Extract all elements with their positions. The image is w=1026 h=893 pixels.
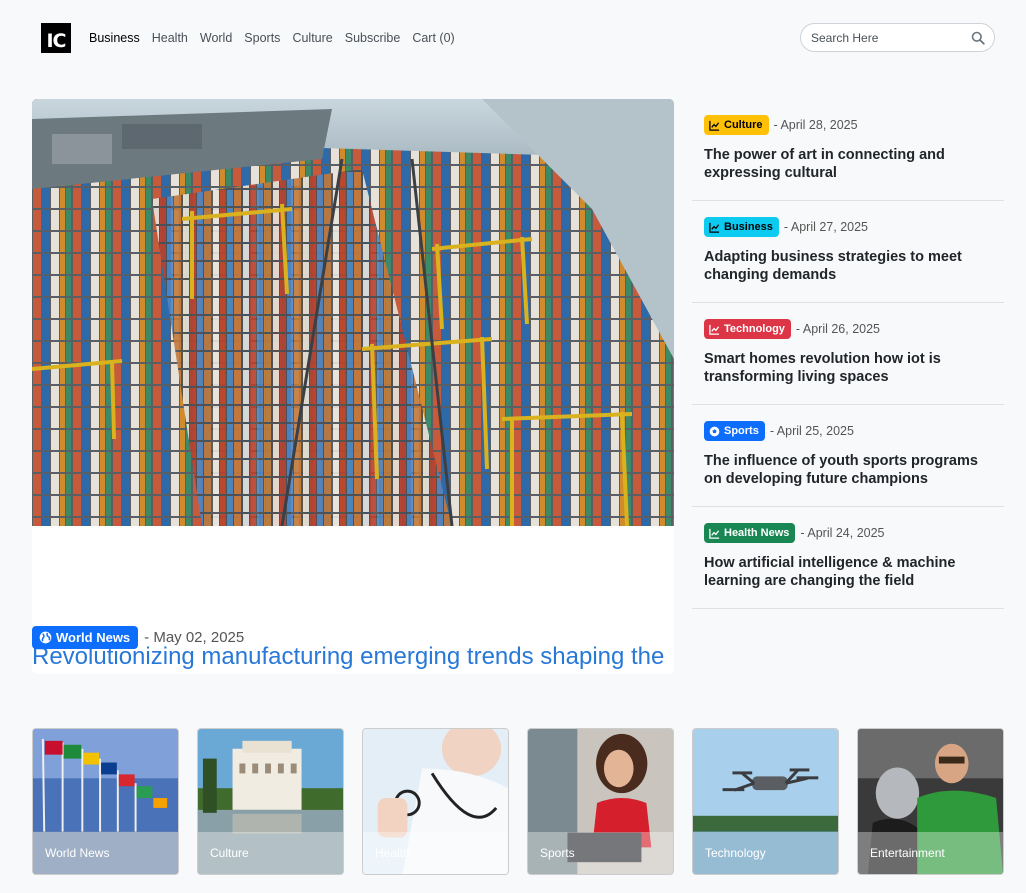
card-label: Culture	[210, 846, 249, 860]
list-item: Health News - April 24, 2025 How artific…	[692, 507, 1004, 609]
post-date: - April 25, 2025	[769, 424, 854, 438]
post-date: - April 27, 2025	[783, 220, 869, 234]
card-label: Health	[375, 846, 410, 860]
nav-item-world[interactable]: World	[200, 31, 232, 45]
nav-item-business[interactable]: Business	[89, 31, 140, 45]
chart-line-icon	[709, 324, 720, 335]
hero-category-label: World News	[56, 630, 131, 645]
post-date: - April 24, 2025	[800, 526, 885, 540]
card-label: World News	[45, 846, 110, 860]
side-post-list: Culture - April 28, 2025 The power of ar…	[692, 99, 1004, 609]
card-label: Entertainment	[870, 846, 945, 860]
category-card-culture[interactable]: Culture	[197, 728, 344, 875]
hero-image-port-containers[interactable]	[32, 99, 674, 526]
nav-item-sports[interactable]: Sports	[244, 31, 280, 45]
chart-line-icon	[709, 528, 720, 539]
list-item: Business - April 27, 2025 Adapting busin…	[692, 201, 1004, 303]
search-input[interactable]	[801, 30, 961, 45]
list-item: Sports - April 25, 2025 The influence of…	[692, 405, 1004, 507]
chart-line-icon	[709, 222, 720, 233]
category-cards: World News Culture Health Sports Technol…	[32, 728, 1004, 875]
category-label: Sports	[724, 425, 759, 437]
category-label: Culture	[724, 119, 763, 131]
category-card-world-news[interactable]: World News	[32, 728, 179, 875]
chart-line-icon	[709, 120, 720, 131]
category-badge[interactable]: Culture	[704, 115, 769, 135]
category-badge[interactable]: Health News	[704, 523, 796, 543]
soccer-ball-icon	[709, 426, 720, 437]
nav-item-subscribe[interactable]: Subscribe	[345, 31, 401, 45]
post-title[interactable]: How artificial intelligence & machine le…	[704, 554, 992, 590]
category-card-technology[interactable]: Technology	[692, 728, 839, 875]
post-title[interactable]: Adapting business strategies to meet cha…	[704, 248, 992, 284]
post-title[interactable]: Smart homes revolution how iot is transf…	[704, 350, 992, 386]
category-label: Health News	[724, 527, 790, 539]
post-title[interactable]: The influence of youth sports programs o…	[704, 452, 992, 488]
main-nav: Business Health World Sports Culture Sub…	[89, 31, 455, 45]
globe-icon	[39, 631, 52, 644]
post-date: - April 28, 2025	[773, 118, 858, 132]
hero-meta: World News - May 02, 2025	[32, 626, 244, 649]
category-label: Business	[724, 221, 773, 233]
category-badge[interactable]: Technology	[704, 319, 791, 339]
list-item: Culture - April 28, 2025 The power of ar…	[692, 99, 1004, 201]
category-card-health[interactable]: Health	[362, 728, 509, 875]
category-badge[interactable]: Business	[704, 217, 779, 237]
nav-item-culture[interactable]: Culture	[292, 31, 332, 45]
category-badge[interactable]: Sports	[704, 421, 765, 441]
hero-date: - May 02, 2025	[144, 629, 245, 646]
card-label: Sports	[540, 846, 575, 860]
nav-item-health[interactable]: Health	[152, 31, 188, 45]
post-date: - April 26, 2025	[795, 322, 881, 336]
post-title[interactable]: The power of art in connecting and expre…	[704, 146, 992, 182]
category-card-sports[interactable]: Sports	[527, 728, 674, 875]
search-box	[800, 23, 995, 52]
site-logo[interactable]: IC	[41, 23, 71, 53]
nav-item-cart[interactable]: Cart (0)	[412, 31, 454, 45]
search-icon[interactable]	[971, 31, 985, 45]
card-label: Technology	[705, 846, 766, 860]
category-card-entertainment[interactable]: Entertainment	[857, 728, 1004, 875]
hero-category-badge[interactable]: World News	[32, 626, 139, 649]
hero-card: Revolutionizing manufacturing emerging t…	[32, 99, 674, 674]
category-label: Technology	[724, 323, 785, 335]
list-item: Technology - April 26, 2025 Smart homes …	[692, 303, 1004, 405]
